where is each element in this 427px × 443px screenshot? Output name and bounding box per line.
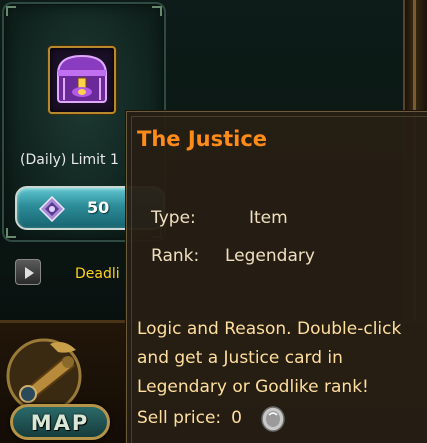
gem-icon [38,195,66,223]
tooltip-title: The Justice [137,127,268,151]
sell-price-row: Sell price: 0 [137,408,242,428]
silver-coin-icon [260,405,286,433]
sell-price-label: Sell price: [137,408,222,428]
card-corner-ornament [6,6,16,16]
price-value: 50 [87,198,110,217]
deadline-label: Deadli [75,266,120,282]
type-label: Type: [151,208,196,228]
card-corner-ornament [6,228,16,238]
item-tooltip: The Justice Type: Item Rank: Legendary L… [126,111,427,443]
rank-label: Rank: [151,246,200,266]
card-corner-ornament [152,6,162,16]
map-button-label: MAP [30,411,90,435]
sell-price-value: 0 [231,408,242,428]
type-value: Item [249,208,288,228]
rank-value: Legendary [225,246,315,266]
map-button[interactable]: MAP [10,404,110,440]
item-description: Logic and Reason. Double-click and get a… [137,319,402,397]
play-icon[interactable] [15,259,41,285]
treasure-chest-icon[interactable] [48,46,116,114]
